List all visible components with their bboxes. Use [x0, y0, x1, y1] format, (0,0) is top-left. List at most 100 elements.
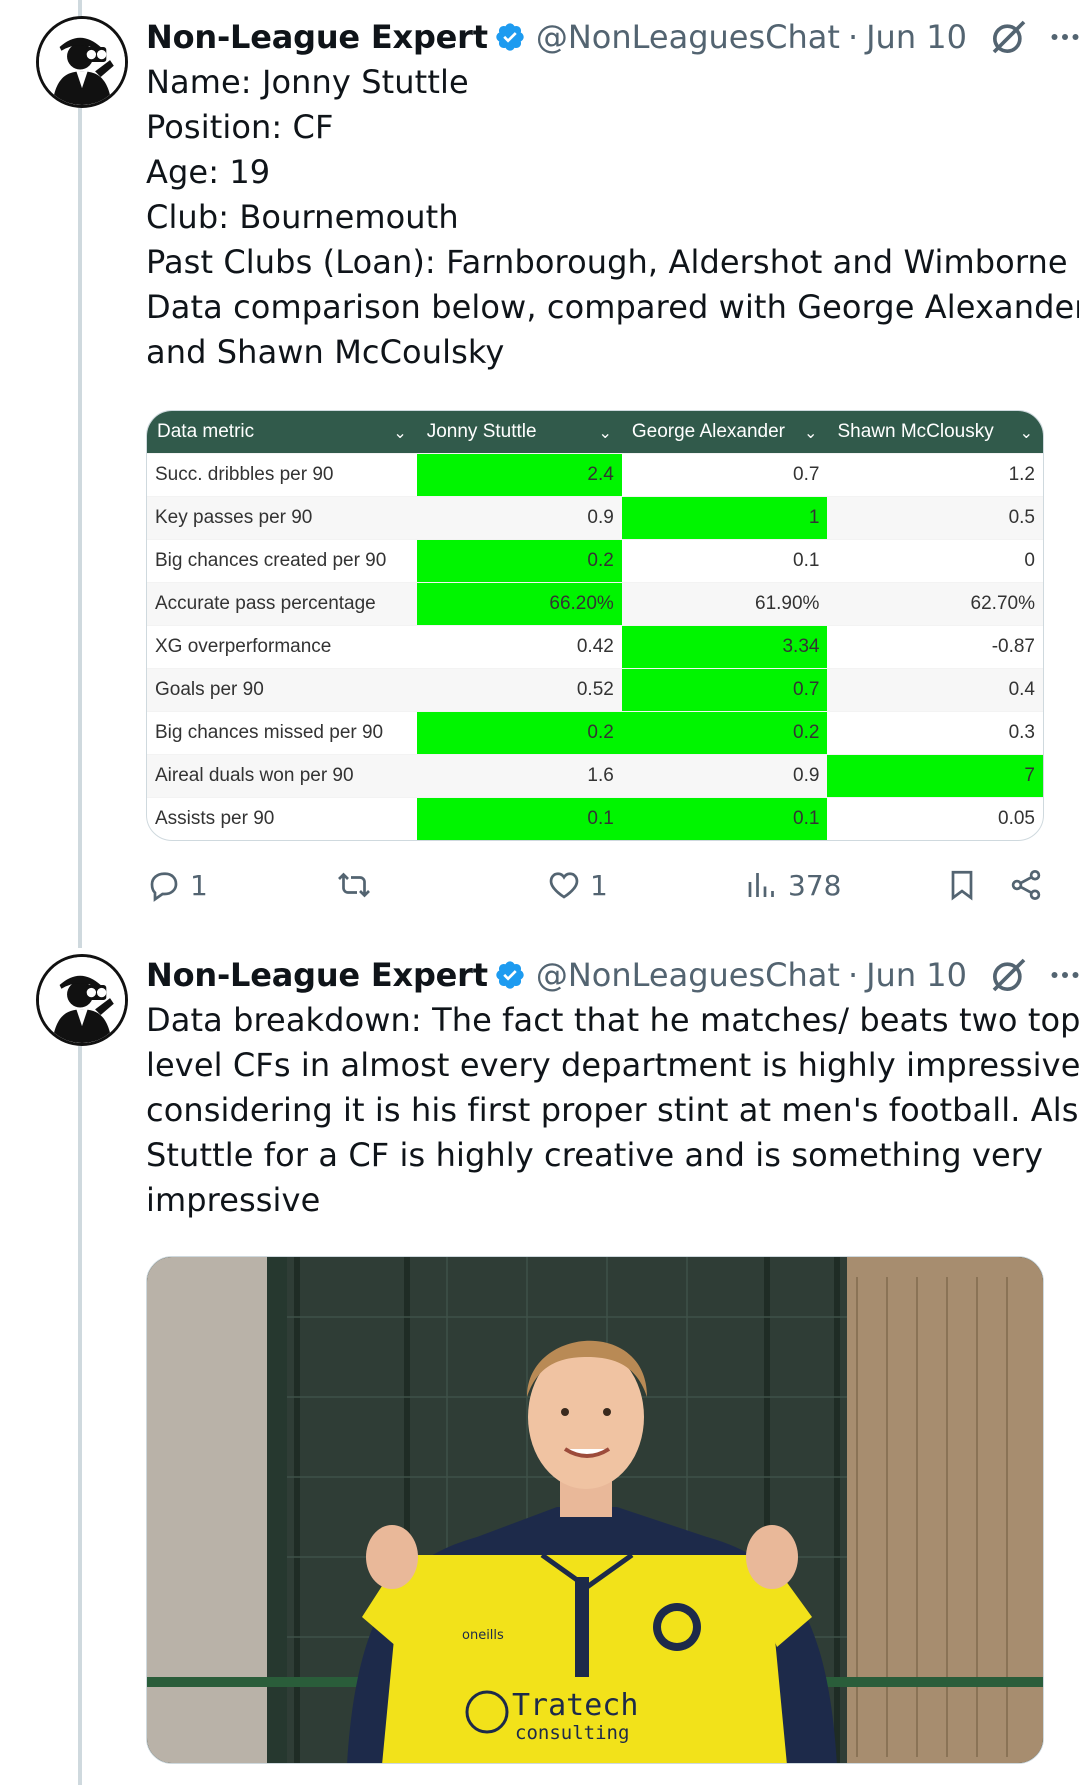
more-options-icon[interactable] [1047, 19, 1079, 55]
table-row: Big chances created per 90 0.2 0.1 0 [147, 538, 1043, 582]
text-line: impressive [146, 1181, 321, 1219]
reply-button[interactable]: 1 [146, 867, 208, 903]
author-handle[interactable]: @NonLeaguesChat [536, 956, 840, 994]
views-chart-icon [748, 873, 774, 897]
shirt-sponsor: Tratech [512, 1688, 638, 1723]
verified-badge-icon [496, 23, 524, 51]
grok-icon[interactable] [989, 17, 1029, 57]
text-line: Name: Jonny Stuttle [146, 63, 469, 101]
value-cell: 0.7 [621, 667, 828, 711]
bookmark-button[interactable] [944, 867, 980, 903]
views-count: 378 [788, 868, 842, 902]
value-cell: 0.05 [827, 796, 1043, 840]
retweet-button[interactable] [336, 867, 380, 903]
views-button[interactable]: 378 [744, 867, 841, 903]
value-cell: -0.87 [827, 624, 1043, 668]
metric-cell: Key passes per 90 [147, 495, 417, 539]
metric-cell: Succ. dribbles per 90 [147, 452, 417, 496]
value-cell: 0.52 [416, 667, 622, 711]
tweet-header: Non-League Expert @NonLeaguesChat · Jun … [146, 954, 1079, 996]
table-row: Key passes per 90 0.9 1 0.5 [147, 495, 1043, 539]
value-cell: 0.7 [621, 452, 828, 496]
value-cell: 0.1 [416, 796, 622, 840]
value-cell: 0.5 [827, 495, 1043, 539]
more-options-icon[interactable] [1047, 957, 1079, 993]
retweet-icon [338, 872, 370, 898]
header-shawn-mcclousky: Shawn McClousky ⌄ [827, 411, 1043, 453]
text-line: Data breakdown: The fact that he matches… [146, 1001, 1079, 1039]
value-cell: 1.6 [416, 753, 622, 797]
bookmark-icon [951, 870, 973, 901]
chevron-down-icon: ⌄ [1019, 424, 1033, 442]
text-line: and Shawn McCoulsky [146, 333, 505, 371]
shirt-sponsor-sub: consulting [515, 1722, 629, 1744]
value-cell: 61.90% [621, 581, 828, 625]
like-count: 1 [590, 868, 608, 902]
tweet-actions: 1 1 378 [146, 860, 1044, 910]
metric-cell: Big chances created per 90 [147, 538, 417, 582]
comparison-table: Data metric ⌄ Jonny Stuttle ⌄ George Alexa… [147, 411, 1043, 840]
metric-cell: Assists per 90 [147, 796, 417, 840]
table-row: Goals per 90 0.52 0.7 0.4 [147, 667, 1043, 711]
value-cell: 0.1 [621, 538, 828, 582]
text-line: considering it is his first proper stint… [146, 1091, 1079, 1129]
table-row: Assists per 90 0.1 0.1 0.05 [147, 796, 1043, 840]
metric-cell: Accurate pass percentage [147, 581, 417, 625]
reply-count: 1 [190, 868, 208, 902]
value-cell: 0.2 [621, 710, 828, 754]
value-cell: 62.70% [827, 581, 1043, 625]
share-icon [1011, 870, 1041, 900]
like-button[interactable]: 1 [546, 867, 608, 903]
value-cell: 66.20% [416, 581, 622, 625]
value-cell: 0.1 [621, 796, 828, 840]
avatar[interactable] [36, 16, 128, 108]
verified-badge-icon [496, 961, 524, 989]
author-handle[interactable]: @NonLeaguesChat [536, 18, 840, 56]
header-george-alexander: George Alexander ⌄ [621, 411, 828, 453]
chevron-down-icon: ⌄ [804, 424, 818, 442]
text-line: Club: Bournemouth [146, 198, 459, 236]
grok-icon[interactable] [989, 955, 1029, 995]
tweet-header: Non-League Expert @NonLeaguesChat · Jun … [146, 16, 1079, 58]
reply-icon [150, 872, 178, 902]
separator-dot: · [847, 956, 859, 994]
value-cell: 0.9 [416, 495, 622, 539]
table-row: Accurate pass percentage 66.20% 61.90% 62.7… [147, 581, 1043, 625]
table-row: Aireal duals won per 90 1.6 0.9 7 [147, 753, 1043, 797]
value-cell: 7 [827, 753, 1043, 797]
author-name[interactable]: Non-League Expert [146, 956, 488, 994]
comparison-table-image[interactable]: Data metric ⌄ Jonny Stuttle ⌄ George Alexa… [146, 410, 1044, 841]
text-line: Stuttle for a CF is highly creative and … [146, 1136, 1044, 1174]
value-cell: 0.42 [416, 624, 622, 668]
share-button[interactable] [1008, 867, 1044, 903]
value-cell: 0.9 [621, 753, 828, 797]
tweet-date[interactable]: Jun 10 [866, 18, 967, 56]
text-line: Past Clubs (Loan): Farnborough, Aldersho… [146, 243, 1068, 281]
value-cell: 0.4 [827, 667, 1043, 711]
value-cell: 0 [827, 538, 1043, 582]
separator-dot: · [847, 18, 859, 56]
heart-icon [549, 872, 579, 899]
header-data-metric: Data metric ⌄ [147, 411, 417, 453]
text-line: Position: CF [146, 108, 334, 146]
avatar[interactable] [36, 954, 128, 1046]
table-body: Succ. dribbles per 90 2.4 0.7 1.2 Key passes… [147, 452, 1043, 840]
metric-cell: XG overperformance [147, 624, 417, 668]
chevron-down-icon: ⌄ [393, 424, 407, 442]
tweet-text: Data breakdown: The fact that he matches… [146, 998, 1079, 1223]
thread-line [78, 1046, 82, 1785]
header-jonny-stuttle: Jonny Stuttle ⌄ [416, 411, 622, 453]
player-photo[interactable]: oneills Tratech consulting [146, 1256, 1044, 1764]
value-cell: 0.2 [416, 538, 622, 582]
value-cell: 1 [621, 495, 828, 539]
value-cell: 0.3 [827, 710, 1043, 754]
table-row: Big chances missed per 90 0.2 0.2 0.3 [147, 710, 1043, 754]
value-cell: 3.34 [621, 624, 828, 668]
tweet-date[interactable]: Jun 10 [866, 956, 967, 994]
value-cell: 0.2 [416, 710, 622, 754]
value-cell: 1.2 [827, 452, 1043, 496]
author-name[interactable]: Non-League Expert [146, 18, 488, 56]
table-row: XG overperformance 0.42 3.34 -0.87 [147, 624, 1043, 668]
text-line: Data comparison below, compared with Geo… [146, 288, 1079, 326]
thread-line [78, 108, 82, 948]
